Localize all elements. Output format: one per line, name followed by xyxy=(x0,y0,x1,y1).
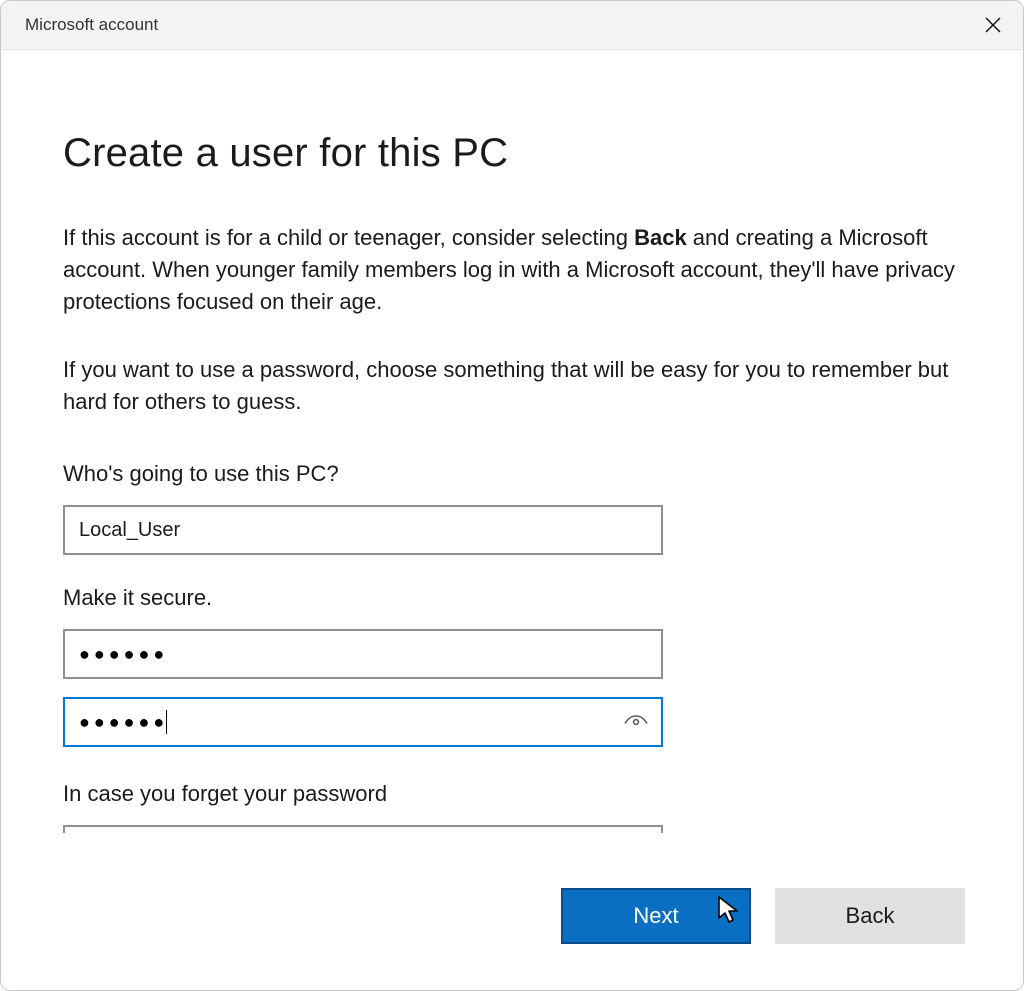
password-field-wrapper: ●●●●●● xyxy=(63,629,663,679)
intro2: If you want to use a password, choose so… xyxy=(63,354,961,418)
content-area: Create a user for this PC If this accoun… xyxy=(63,131,961,990)
footer-buttons: Next Back xyxy=(561,888,965,944)
back-button[interactable]: Back xyxy=(775,888,965,944)
security-question-select[interactable] xyxy=(63,825,663,833)
confirm-password-field-wrapper: ●●●●●● xyxy=(63,697,663,747)
username-input[interactable] xyxy=(63,505,663,555)
confirm-password-input[interactable]: ●●●●●● xyxy=(63,697,663,747)
intro1-bold: Back xyxy=(634,225,687,250)
reveal-password-icon[interactable] xyxy=(623,710,649,735)
intro1-pre: If this account is for a child or teenag… xyxy=(63,225,634,250)
close-button[interactable] xyxy=(971,3,1015,47)
text-caret xyxy=(166,710,167,734)
password-mask: ●●●●●● xyxy=(79,644,168,665)
close-icon xyxy=(985,17,1001,33)
confirm-password-mask: ●●●●●● xyxy=(79,710,167,734)
page-heading: Create a user for this PC xyxy=(63,131,961,176)
password-input[interactable]: ●●●●●● xyxy=(63,629,663,679)
username-label: Who's going to use this PC? xyxy=(63,461,961,487)
window-title: Microsoft account xyxy=(25,15,158,35)
dialog-window: Microsoft account Create a user for this… xyxy=(0,0,1024,991)
next-button[interactable]: Next xyxy=(561,888,751,944)
secure-label: Make it secure. xyxy=(63,585,961,611)
intro-text: If this account is for a child or teenag… xyxy=(63,222,961,417)
titlebar: Microsoft account xyxy=(1,1,1023,50)
forgot-label: In case you forget your password xyxy=(63,781,961,807)
